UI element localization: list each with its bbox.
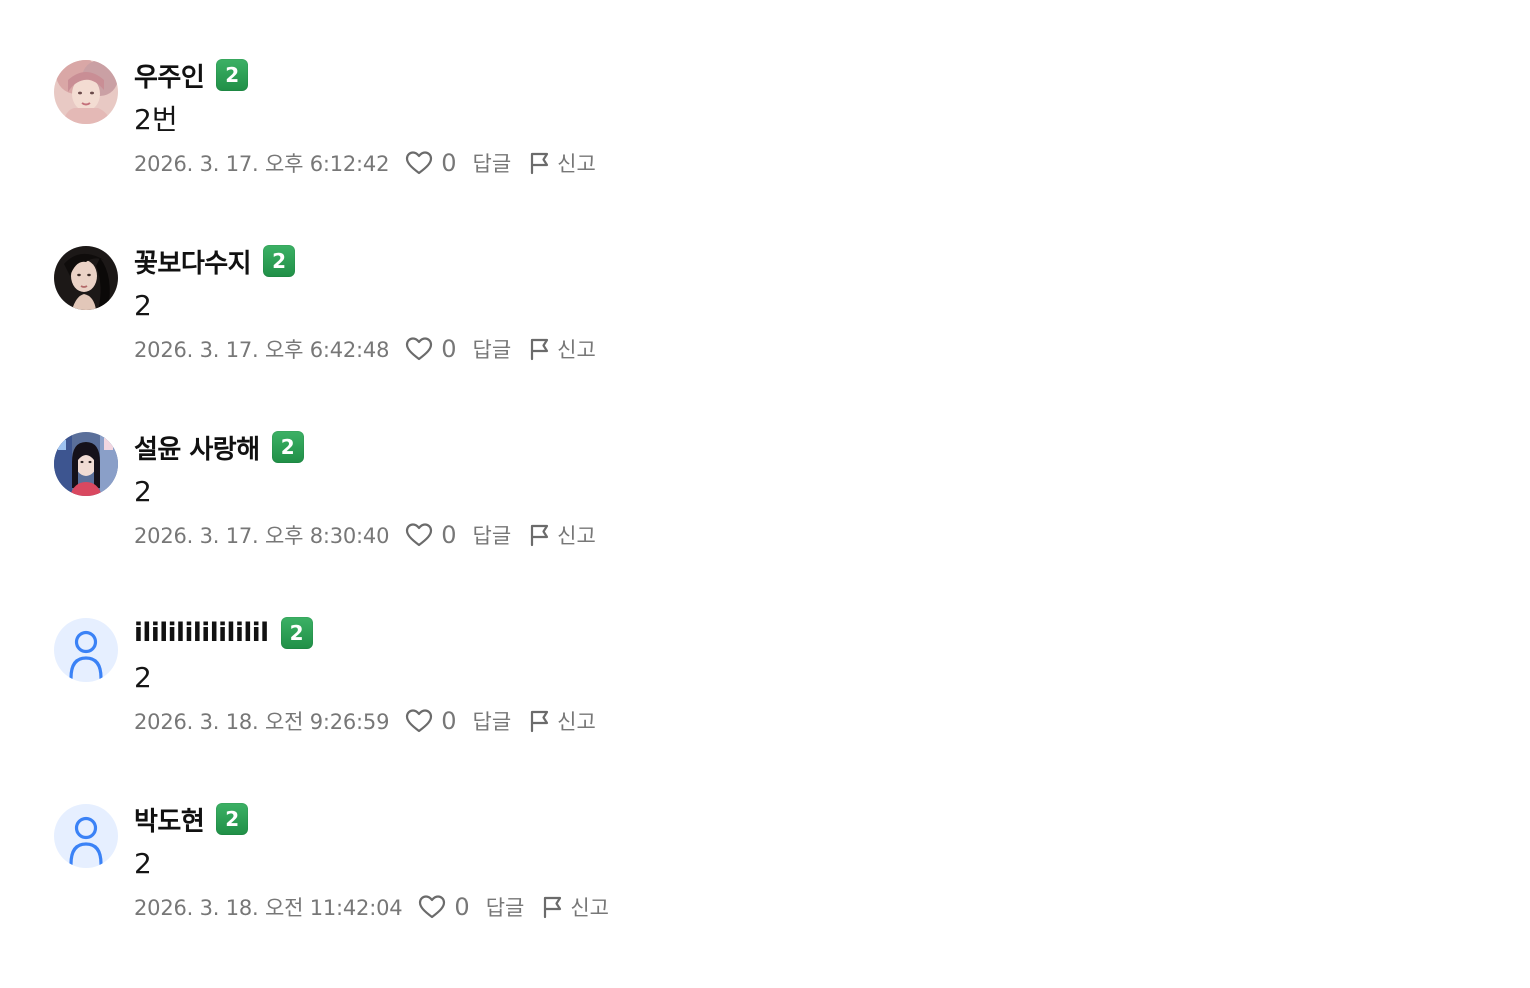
- reply-button[interactable]: 답글: [473, 520, 512, 550]
- flag-icon: [531, 524, 549, 547]
- author-name[interactable]: 설윤 사랑해: [134, 429, 260, 466]
- comment-list: 우주인 2 2번 2026. 3. 17. 오후 6:12:42 0 답글 신고…: [54, 58, 1454, 988]
- comment-meta: 2026. 3. 17. 오후 6:42:48 0 답글 신고: [134, 334, 596, 364]
- author-name[interactable]: 박도현: [134, 801, 205, 838]
- comment-body: 꽃보다수지 2 2 2026. 3. 17. 오후 6:42:48 0 답글 신…: [134, 244, 596, 364]
- heart-icon: [406, 709, 433, 733]
- avatar[interactable]: [54, 432, 118, 496]
- flag-icon: [531, 710, 549, 733]
- comment-meta: 2026. 3. 17. 오후 6:12:42 0 답글 신고: [134, 148, 596, 178]
- comment-text: 2: [134, 475, 152, 508]
- photo-avatar-city: [54, 432, 118, 496]
- heart-icon: [406, 337, 433, 361]
- comment-meta: 2026. 3. 18. 오전 9:26:59 0 답글 신고: [134, 706, 596, 736]
- avatar[interactable]: [54, 60, 118, 124]
- level-badge: 2: [263, 245, 296, 277]
- comment-timestamp: 2026. 3. 18. 오전 9:26:59: [134, 710, 390, 734]
- flag-icon: [531, 338, 549, 361]
- comment-body: 박도현 2 2 2026. 3. 18. 오전 11:42:04 0 답글 신고: [134, 802, 609, 922]
- comment-item: 꽃보다수지 2 2 2026. 3. 17. 오후 6:42:48 0 답글 신…: [54, 244, 1454, 430]
- comment-text: 2: [134, 847, 152, 880]
- report-label: 신고: [557, 524, 596, 548]
- like-count: 0: [441, 149, 457, 177]
- reply-button[interactable]: 답글: [473, 148, 512, 178]
- like-button[interactable]: 0: [405, 521, 457, 549]
- report-button[interactable]: 신고: [529, 334, 596, 364]
- comment-header: 박도현 2: [134, 801, 609, 838]
- report-label: 신고: [557, 710, 596, 734]
- comment-header: 우주인 2: [134, 57, 596, 94]
- heart-icon: [419, 895, 446, 919]
- like-button[interactable]: 0: [405, 335, 457, 363]
- comment-item: 박도현 2 2 2026. 3. 18. 오전 11:42:04 0 답글 신고: [54, 802, 1454, 988]
- author-name[interactable]: 우주인: [134, 57, 205, 94]
- comment-timestamp: 2026. 3. 18. 오전 11:42:04: [134, 896, 403, 920]
- photo-avatar-dark-hair: [54, 246, 118, 310]
- comment-body: 설윤 사랑해 2 2 2026. 3. 17. 오후 8:30:40 0 답글: [134, 430, 596, 550]
- comment-text: 2: [134, 661, 152, 694]
- author-name[interactable]: ilililililililil: [134, 618, 269, 648]
- report-button[interactable]: 신고: [529, 706, 596, 736]
- photo-avatar-pink-hair: [54, 60, 118, 124]
- like-button[interactable]: 0: [405, 707, 457, 735]
- comment-item: 우주인 2 2번 2026. 3. 17. 오후 6:12:42 0 답글 신고: [54, 58, 1454, 244]
- avatar[interactable]: [54, 618, 118, 682]
- default-user-icon: [54, 804, 118, 868]
- comment-body: ilililililililil 2 2 2026. 3. 18. 오전 9:2…: [134, 616, 596, 736]
- comment-meta: 2026. 3. 18. 오전 11:42:04 0 답글 신고: [134, 892, 609, 922]
- avatar[interactable]: [54, 246, 118, 310]
- report-label: 신고: [570, 896, 609, 920]
- comment-text: 2번: [134, 103, 178, 136]
- default-user-icon: [54, 618, 118, 682]
- reply-button[interactable]: 답글: [473, 706, 512, 736]
- heart-icon: [406, 523, 433, 547]
- like-button[interactable]: 0: [405, 149, 457, 177]
- level-badge: 2: [271, 431, 304, 463]
- report-label: 신고: [557, 338, 596, 362]
- comment-item: 설윤 사랑해 2 2 2026. 3. 17. 오후 8:30:40 0 답글: [54, 430, 1454, 616]
- comment-body: 우주인 2 2번 2026. 3. 17. 오후 6:12:42 0 답글 신고: [134, 58, 596, 178]
- flag-icon: [544, 896, 562, 919]
- comment-meta: 2026. 3. 17. 오후 8:30:40 0 답글 신고: [134, 520, 596, 550]
- comment-item: ilililililililil 2 2 2026. 3. 18. 오전 9:2…: [54, 616, 1454, 802]
- report-button[interactable]: 신고: [529, 148, 596, 178]
- reply-button[interactable]: 답글: [486, 892, 525, 922]
- like-count: 0: [441, 521, 457, 549]
- avatar[interactable]: [54, 804, 118, 868]
- comment-text: 2: [134, 289, 152, 322]
- level-badge: 2: [216, 59, 249, 91]
- comment-timestamp: 2026. 3. 17. 오후 6:12:42: [134, 152, 390, 176]
- like-count: 0: [454, 893, 470, 921]
- comment-header: 꽃보다수지 2: [134, 243, 596, 280]
- comment-header: ilililililililil 2: [134, 616, 596, 650]
- flag-icon: [531, 152, 549, 175]
- report-button[interactable]: 신고: [542, 892, 609, 922]
- like-button[interactable]: 0: [418, 893, 470, 921]
- report-label: 신고: [557, 152, 596, 176]
- like-count: 0: [441, 707, 457, 735]
- reply-button[interactable]: 답글: [473, 334, 512, 364]
- like-count: 0: [441, 335, 457, 363]
- level-badge: 2: [280, 617, 313, 649]
- level-badge: 2: [216, 803, 249, 835]
- comment-timestamp: 2026. 3. 17. 오후 8:30:40: [134, 524, 390, 548]
- author-name[interactable]: 꽃보다수지: [134, 243, 252, 280]
- comment-timestamp: 2026. 3. 17. 오후 6:42:48: [134, 338, 390, 362]
- heart-icon: [406, 151, 433, 175]
- report-button[interactable]: 신고: [529, 520, 596, 550]
- comment-header: 설윤 사랑해 2: [134, 429, 596, 466]
